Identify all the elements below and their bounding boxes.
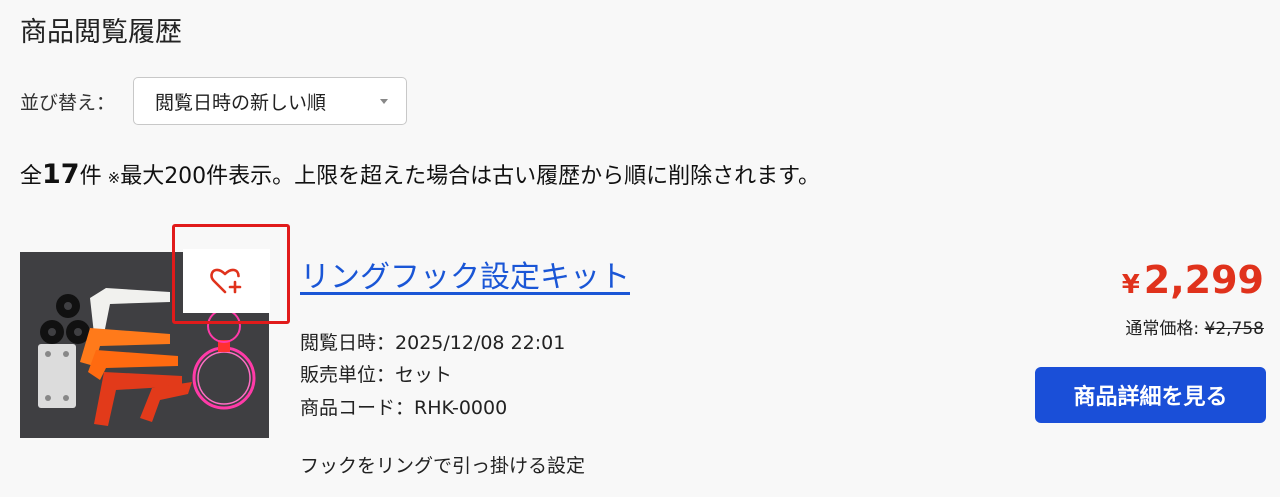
regular-price-value: ¥2,758 xyxy=(1204,319,1264,339)
viewed-datetime: 閲覧日時：2025/12/08 22:01 xyxy=(300,328,565,355)
product-name-link[interactable]: リングフック設定キット xyxy=(300,252,630,296)
unit-value: セット xyxy=(395,364,453,386)
sales-unit: 販売単位：セット xyxy=(300,360,452,387)
count-prefix: 全 xyxy=(20,164,43,189)
price-symbol: ¥ xyxy=(1121,270,1140,300)
heart-plus-icon xyxy=(209,268,241,294)
price-value: 2,299 xyxy=(1143,258,1264,302)
unit-label: 販売単位： xyxy=(300,364,396,386)
sort-row: 並び替え： 閲覧日時の新しい順 xyxy=(20,76,408,126)
chevron-down-icon xyxy=(380,98,389,104)
note-mark: ※ xyxy=(107,169,121,187)
sort-label: 並び替え： xyxy=(20,91,116,114)
sort-selected-value: 閲覧日時の新しい順 xyxy=(155,91,327,114)
favorite-button-highlight[interactable] xyxy=(172,224,290,324)
regular-price: 通常価格: ¥2,758 xyxy=(1125,314,1264,339)
sort-select[interactable]: 閲覧日時の新しい順 xyxy=(133,77,408,125)
product-description: フックをリングで引っ掛ける設定 xyxy=(300,455,586,477)
code-value: RHK-0000 xyxy=(414,397,508,419)
code-label: 商品コード： xyxy=(300,397,415,419)
viewed-value: 2025/12/08 22:01 xyxy=(395,332,566,354)
count-suffix: 件 xyxy=(79,164,102,189)
regular-price-label: 通常価格: xyxy=(1125,319,1205,339)
count-number: 17 xyxy=(42,159,80,190)
page-title: 商品閲覧履歴 xyxy=(20,17,182,48)
sale-price: ¥2,299 xyxy=(1122,258,1264,302)
viewed-label: 閲覧日時： xyxy=(300,332,396,354)
add-to-favorites-button[interactable] xyxy=(183,249,270,313)
history-note: 最大200件表示。上限を超えた場合は古い履歴から順に削除されます。 xyxy=(120,164,820,189)
result-count: 全17件 ※最大200件表示。上限を超えた場合は古い履歴から順に削除されます。 xyxy=(20,158,820,190)
view-details-button[interactable]: 商品詳細を見る xyxy=(1035,367,1266,423)
product-code: 商品コード：RHK-0000 xyxy=(300,393,507,420)
